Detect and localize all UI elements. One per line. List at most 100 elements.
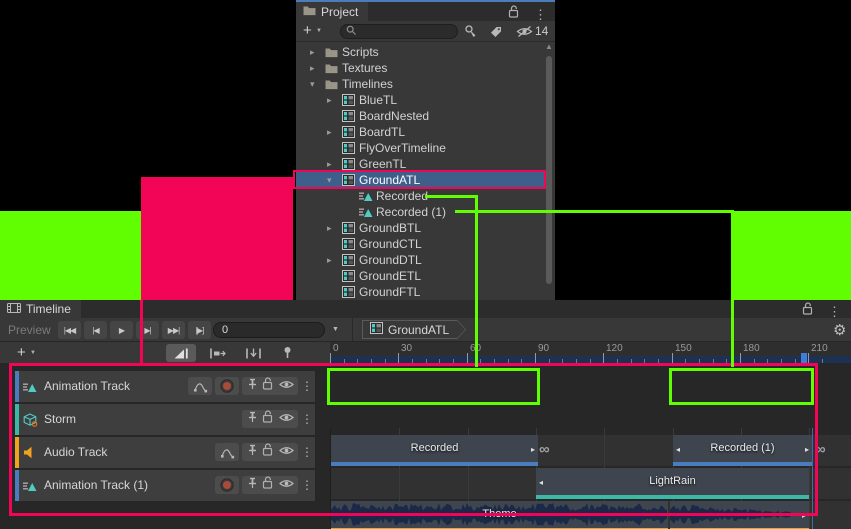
scroll-up-icon[interactable]: ▲ xyxy=(545,42,553,51)
gear-icon[interactable]: ⚙ xyxy=(833,321,846,339)
tree-item-label: BoardNested xyxy=(359,108,429,124)
toolbar-separator xyxy=(352,318,353,341)
preview-toggle[interactable]: Preview xyxy=(8,323,51,337)
tree-item-label: Recorded xyxy=(376,188,428,204)
tree-item-recorded[interactable]: Recorded xyxy=(296,188,544,204)
chevron-right-icon[interactable]: ▸ xyxy=(327,220,332,236)
annotation-green-line-recorded-h xyxy=(425,195,478,198)
tree-item-flyovertimeline[interactable]: FlyOverTimeline xyxy=(296,140,544,156)
tree-item-label: Timelines xyxy=(342,76,393,92)
annotation-green-line-recorded-v xyxy=(475,195,478,367)
tree-item-boardtl[interactable]: ▸ BoardTL xyxy=(296,124,544,140)
previous-frame-button[interactable]: |◀ xyxy=(84,321,107,339)
tree-item-timelines[interactable]: ▾ Timelines xyxy=(296,76,544,92)
tree-item-groundftl[interactable]: GroundFTL xyxy=(296,284,544,300)
ruler-tick-major xyxy=(398,353,399,363)
timeline-tab-label: Timeline xyxy=(26,302,71,316)
scrollbar-thumb[interactable] xyxy=(546,56,552,284)
project-window: Project ⋮ + ▼ 14 ▸ Scripts▸Textures▾ Timel… xyxy=(296,0,555,300)
tree-item-groundctl[interactable]: GroundCTL xyxy=(296,236,544,252)
window-menu-icon[interactable]: ⋮ xyxy=(828,305,841,318)
tree-item-label: GroundDTL xyxy=(359,252,422,268)
window-menu-icon[interactable]: ⋮ xyxy=(534,8,547,21)
tree-item-label: GroundETL xyxy=(359,268,421,284)
ruler-tick-major xyxy=(672,353,673,363)
skip-to-start-button[interactable]: |◀◀ xyxy=(58,321,81,339)
search-input[interactable] xyxy=(340,24,458,39)
marker-pin-icon[interactable] xyxy=(282,346,293,364)
hidden-count: 14 xyxy=(535,24,548,38)
chevron-right-icon[interactable]: ▸ xyxy=(310,60,315,76)
project-toolbar: + ▼ 14 xyxy=(296,21,555,42)
chevron-right-icon[interactable]: ▸ xyxy=(310,44,315,60)
scene-green-block-left xyxy=(0,211,141,300)
tree-item-scripts[interactable]: ▸ Scripts xyxy=(296,44,544,60)
filter-by-type-icon[interactable] xyxy=(464,25,477,43)
ruler-tick-label: 210 xyxy=(811,343,828,354)
timeline-icon xyxy=(342,286,355,300)
tree-item-label: GroundCTL xyxy=(359,236,422,252)
play-range-button[interactable]: [▶] xyxy=(188,321,211,339)
scene-green-block-right xyxy=(731,211,851,300)
ruler-tick-label: 150 xyxy=(675,343,692,354)
filter-by-label-icon[interactable] xyxy=(490,25,502,43)
play-button[interactable]: ▶ xyxy=(110,321,133,339)
search-icon xyxy=(346,23,357,41)
chevron-down-icon[interactable]: ▾ xyxy=(310,76,315,92)
ruler-tick-major xyxy=(535,353,536,363)
ruler-tick-label: 120 xyxy=(606,343,623,354)
timeline-asset-icon xyxy=(370,322,383,337)
replace-mode-button[interactable] xyxy=(238,344,268,362)
skip-to-end-button[interactable]: ▶▶| xyxy=(162,321,185,339)
tree-item-bluetl[interactable]: ▸ BlueTL xyxy=(296,92,544,108)
ruler-tick-major xyxy=(330,353,331,363)
ruler-tick-minor xyxy=(822,359,823,363)
create-asset-button[interactable]: + ▼ xyxy=(303,22,322,40)
tree-item-label: GroundBTL xyxy=(359,220,421,236)
timeline-window-icon xyxy=(7,302,21,317)
chevron-right-icon[interactable]: ▸ xyxy=(327,252,332,268)
annotation-green-line-recorded1-h xyxy=(455,210,734,213)
tab-project[interactable]: Project xyxy=(296,2,368,21)
folder-icon xyxy=(303,5,316,19)
annotation-green-line-recorded1-v xyxy=(731,300,734,367)
tree-item-label: BoardTL xyxy=(359,124,405,140)
tree-item-textures[interactable]: ▸Textures xyxy=(296,60,544,76)
ruler-tick-label: 90 xyxy=(538,343,549,354)
ruler-tick-major xyxy=(603,353,604,363)
mix-mode-button[interactable] xyxy=(166,344,196,362)
timeline-toolbar: Preview |◀◀|◀▶▶|▶▶|[▶] 0 ▼ GroundATL ⚙ xyxy=(0,318,851,342)
tree-item-label: Recorded (1) xyxy=(376,204,446,220)
annotation-pink-box-groundatl xyxy=(293,170,546,189)
tree-item-label: FlyOverTimeline xyxy=(359,140,446,156)
frame-field-caret-icon[interactable]: ▼ xyxy=(332,326,339,333)
add-track-button[interactable]: + ▼ xyxy=(17,344,36,362)
tree-item-grounddtl[interactable]: ▸ GroundDTL xyxy=(296,252,544,268)
ripple-mode-button[interactable] xyxy=(202,344,232,362)
chevron-right-icon[interactable]: ▸ xyxy=(327,92,332,108)
timeline-tabstrip: Timeline ⋮ xyxy=(0,300,851,318)
tree-item-label: BlueTL xyxy=(359,92,397,108)
breadcrumb-label: GroundATL xyxy=(388,323,449,337)
annotation-pink-connector-line xyxy=(140,300,143,364)
timeline-end-marker[interactable] xyxy=(801,353,807,363)
annotation-green-box-recorded-clip xyxy=(327,368,540,405)
ruler-tick-major xyxy=(740,353,741,363)
ruler-tick-label: 30 xyxy=(401,343,412,354)
ruler-tick-label: 180 xyxy=(743,343,760,354)
scene-pink-block xyxy=(141,177,293,300)
hidden-count-eye-icon[interactable] xyxy=(516,25,533,43)
chevron-right-icon[interactable]: ▸ xyxy=(327,124,332,140)
time-ruler[interactable]: 0306090120150180210 xyxy=(330,342,851,364)
tab-timeline[interactable]: Timeline xyxy=(0,300,81,318)
annotation-green-box-recorded1-clip xyxy=(669,368,814,405)
project-tab-label: Project xyxy=(321,5,358,19)
frame-field[interactable]: 0 xyxy=(213,322,325,338)
clip-edit-toolbar: + ▼ xyxy=(0,342,330,364)
breadcrumb[interactable]: GroundATL xyxy=(362,320,466,339)
unity-editor-stage: Project ⋮ + ▼ 14 ▸ Scripts▸Textures▾ Timel… xyxy=(0,0,851,529)
tree-item-boardnested[interactable]: BoardNested xyxy=(296,108,544,124)
tree-item-label: Scripts xyxy=(342,44,379,60)
tree-item-groundbtl[interactable]: ▸ GroundBTL xyxy=(296,220,544,236)
tree-item-groundetl[interactable]: GroundETL xyxy=(296,268,544,284)
